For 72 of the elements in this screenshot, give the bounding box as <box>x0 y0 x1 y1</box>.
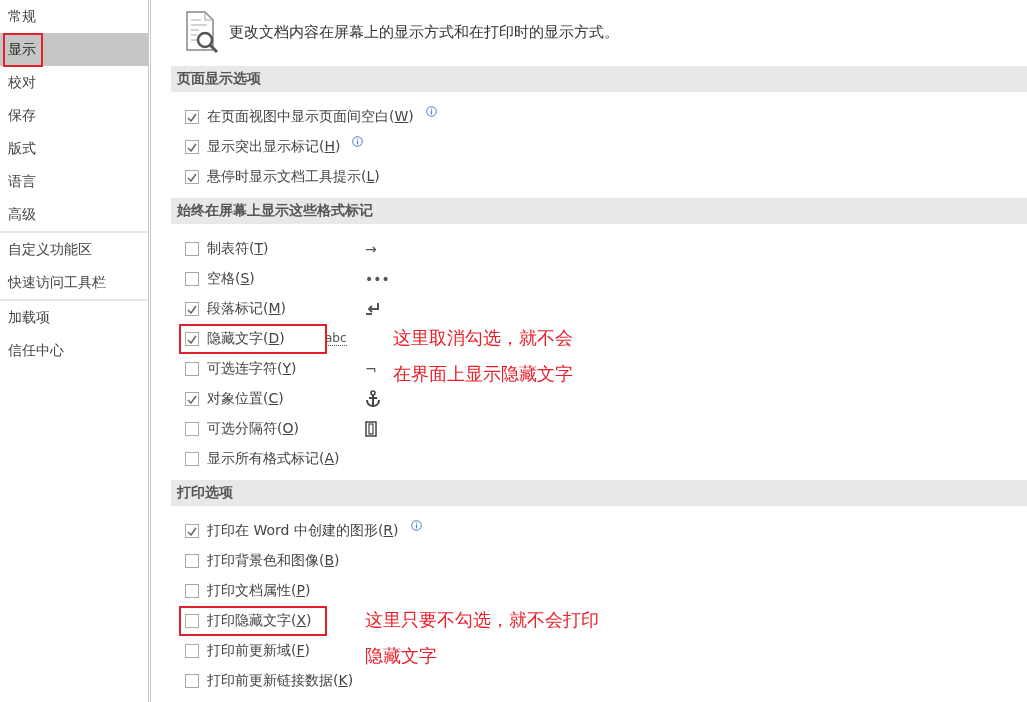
checkbox[interactable] <box>185 584 199 598</box>
format-mark-symbol: → <box>365 241 377 257</box>
info-icon[interactable] <box>425 105 437 117</box>
section-header: 始终在屏幕上显示这些格式标记 <box>171 198 1027 224</box>
paragraph-return-icon <box>365 302 381 316</box>
annotation-note: 隐藏文字 <box>365 644 438 668</box>
page-description: 更改文档内容在屏幕上的显示方式和在打印时的显示方式。 <box>229 22 619 42</box>
option-label: 制表符(T) <box>207 240 269 258</box>
checkbox[interactable] <box>185 302 199 316</box>
sidebar-item[interactable]: 常规 <box>0 0 148 33</box>
checkbox[interactable] <box>185 644 199 658</box>
option-label: 空格(S) <box>207 270 255 288</box>
option-label: 打印隐藏文字(X) <box>207 612 312 630</box>
option-label: 打印在 Word 中创建的图形(R) <box>207 522 399 540</box>
section-header: 打印选项 <box>171 480 1027 506</box>
sidebar-item[interactable]: 版式 <box>0 132 148 165</box>
optional-break-icon <box>365 421 377 437</box>
sidebar-item[interactable]: 自定义功能区 <box>0 233 148 266</box>
option-row[interactable]: 可选分隔符(O) <box>185 420 365 438</box>
option-label: 打印前更新域(F) <box>207 642 310 660</box>
sidebar-item[interactable]: 保存 <box>0 99 148 132</box>
checkbox[interactable] <box>185 452 199 466</box>
checkbox[interactable] <box>185 614 199 628</box>
option-row[interactable]: 打印文档属性(P) <box>185 582 311 600</box>
sidebar-item[interactable]: 校对 <box>0 66 148 99</box>
checkbox[interactable] <box>185 362 199 376</box>
option-row[interactable]: 在页面视图中显示页面间空白(W) <box>185 108 437 126</box>
option-label: 可选连字符(Y) <box>207 360 297 378</box>
format-mark-symbol: ¬ <box>365 361 377 377</box>
option-label: 显示突出显示标记(H) <box>207 138 341 156</box>
sidebar-item[interactable]: 信任中心 <box>0 334 148 367</box>
option-row[interactable]: 制表符(T) <box>185 240 365 258</box>
info-icon[interactable] <box>352 135 364 147</box>
sidebar-item[interactable]: 加载项 <box>0 301 148 334</box>
option-label: 段落标记(M) <box>207 300 287 318</box>
option-row[interactable]: 可选连字符(Y) <box>185 360 365 378</box>
option-label: 在页面视图中显示页面间空白(W) <box>207 108 414 126</box>
checkbox[interactable] <box>185 554 199 568</box>
format-mark-symbol: ••• <box>365 271 390 287</box>
annotation-note: 这里取消勾选，就不会 <box>393 326 573 350</box>
option-row[interactable]: 打印在 Word 中创建的图形(R) <box>185 522 422 540</box>
option-label: 对象位置(C) <box>207 390 284 408</box>
checkbox[interactable] <box>185 674 199 688</box>
checkbox[interactable] <box>185 392 199 406</box>
checkbox[interactable] <box>185 422 199 436</box>
info-icon[interactable] <box>410 519 422 531</box>
option-label: 隐藏文字(D) <box>207 330 285 348</box>
checkbox[interactable] <box>185 170 199 184</box>
section-header: 页面显示选项 <box>171 66 1027 92</box>
checkbox[interactable] <box>185 272 199 286</box>
annotation-note: 这里只要不勾选，就不会打印 <box>365 608 599 632</box>
sidebar-item[interactable]: 显示 <box>0 33 148 66</box>
annotation-note: 在界面上显示隐藏文字 <box>393 362 573 386</box>
option-row[interactable]: 对象位置(C) <box>185 390 365 408</box>
sidebar-item[interactable]: 语言 <box>0 165 148 198</box>
checkbox[interactable] <box>185 332 199 346</box>
checkbox[interactable] <box>185 524 199 538</box>
option-label: 打印文档属性(P) <box>207 582 311 600</box>
option-row[interactable]: 隐藏文字(D) <box>181 326 325 352</box>
checkbox[interactable] <box>185 110 199 124</box>
option-row[interactable]: 打印前更新域(F) <box>185 642 310 660</box>
option-row[interactable]: 显示突出显示标记(H) <box>185 138 364 156</box>
sidebar-item[interactable]: 快速访问工具栏 <box>0 266 148 299</box>
sidebar-item[interactable]: 高级 <box>0 198 148 231</box>
anchor-icon <box>365 390 381 408</box>
option-row[interactable]: 打印隐藏文字(X) <box>181 608 325 634</box>
checkbox[interactable] <box>185 242 199 256</box>
document-search-icon <box>185 10 221 54</box>
checkbox[interactable] <box>185 140 199 154</box>
option-row[interactable]: 段落标记(M) <box>185 300 365 318</box>
option-row[interactable]: 空格(S) <box>185 270 365 288</box>
option-label: 可选分隔符(O) <box>207 420 299 438</box>
